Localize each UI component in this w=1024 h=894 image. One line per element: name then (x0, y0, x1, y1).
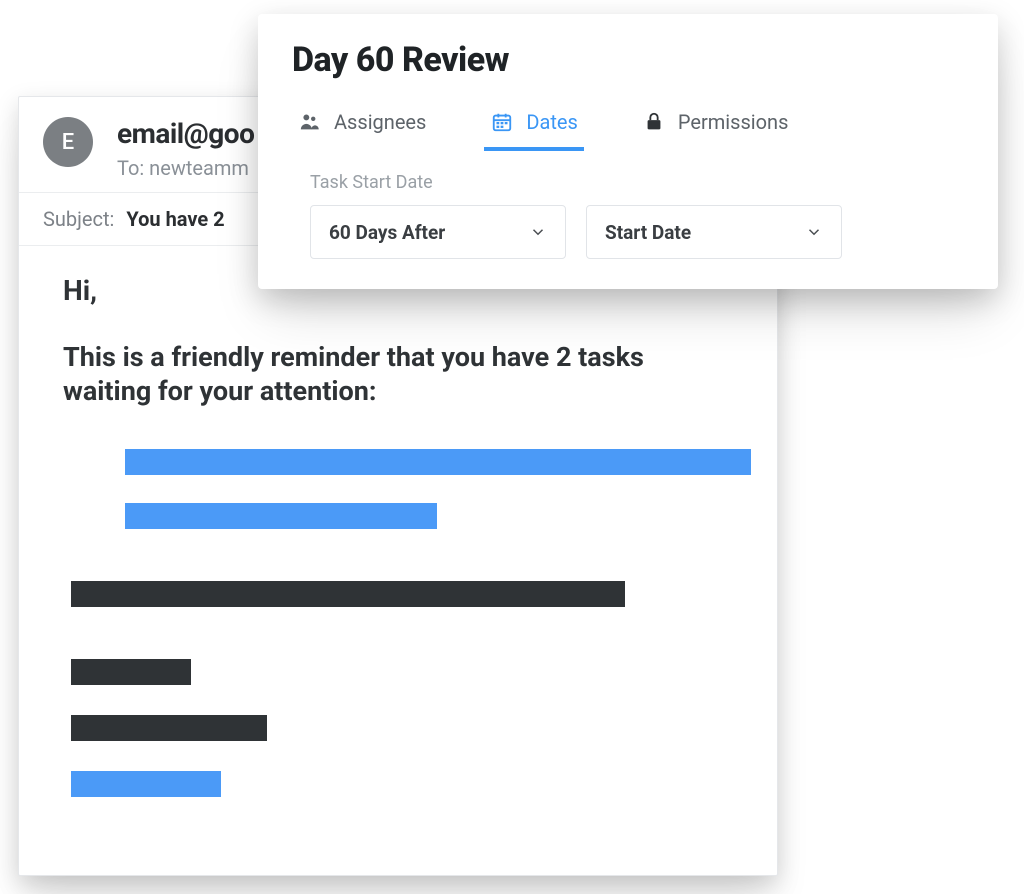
redacted-bar (125, 503, 437, 529)
redacted-bar (71, 659, 191, 685)
tab-dates[interactable]: Dates (490, 104, 577, 150)
chevron-down-icon (805, 223, 823, 241)
tab-assignees[interactable]: Assignees (298, 104, 426, 150)
subject-label: Subject: (43, 207, 114, 231)
calendar-icon (490, 110, 514, 134)
redacted-bar (125, 449, 751, 475)
select-row: 60 Days After Start Date (292, 205, 964, 259)
tab-label: Permissions (678, 110, 789, 134)
assignees-icon (298, 110, 322, 134)
select-label: Start Date (605, 221, 691, 244)
avatar: E (43, 117, 93, 167)
tab-permissions[interactable]: Permissions (642, 104, 789, 150)
tab-label: Dates (526, 110, 577, 134)
avatar-letter: E (62, 130, 74, 155)
redacted-bar (71, 715, 267, 741)
select-offset[interactable]: 60 Days After (310, 205, 566, 259)
modal-tabs: Assignees Dates Permissions (292, 104, 964, 150)
redacted-bar (71, 581, 625, 607)
lock-icon (642, 110, 666, 134)
chevron-down-icon (529, 223, 547, 241)
select-reference[interactable]: Start Date (586, 205, 842, 259)
subject-text: You have 2 (126, 207, 224, 231)
section-label: Task Start Date (310, 172, 964, 193)
redacted-content (63, 449, 733, 797)
tab-label: Assignees (334, 110, 426, 134)
email-body: Hi, This is a friendly reminder that you… (19, 246, 777, 825)
select-label: 60 Days After (329, 221, 445, 244)
modal-title: Day 60 Review (292, 40, 964, 80)
task-modal: Day 60 Review Assignees Dates Permission… (258, 14, 998, 289)
email-intro: This is a friendly reminder that you hav… (63, 341, 733, 409)
redacted-bar (71, 771, 221, 797)
